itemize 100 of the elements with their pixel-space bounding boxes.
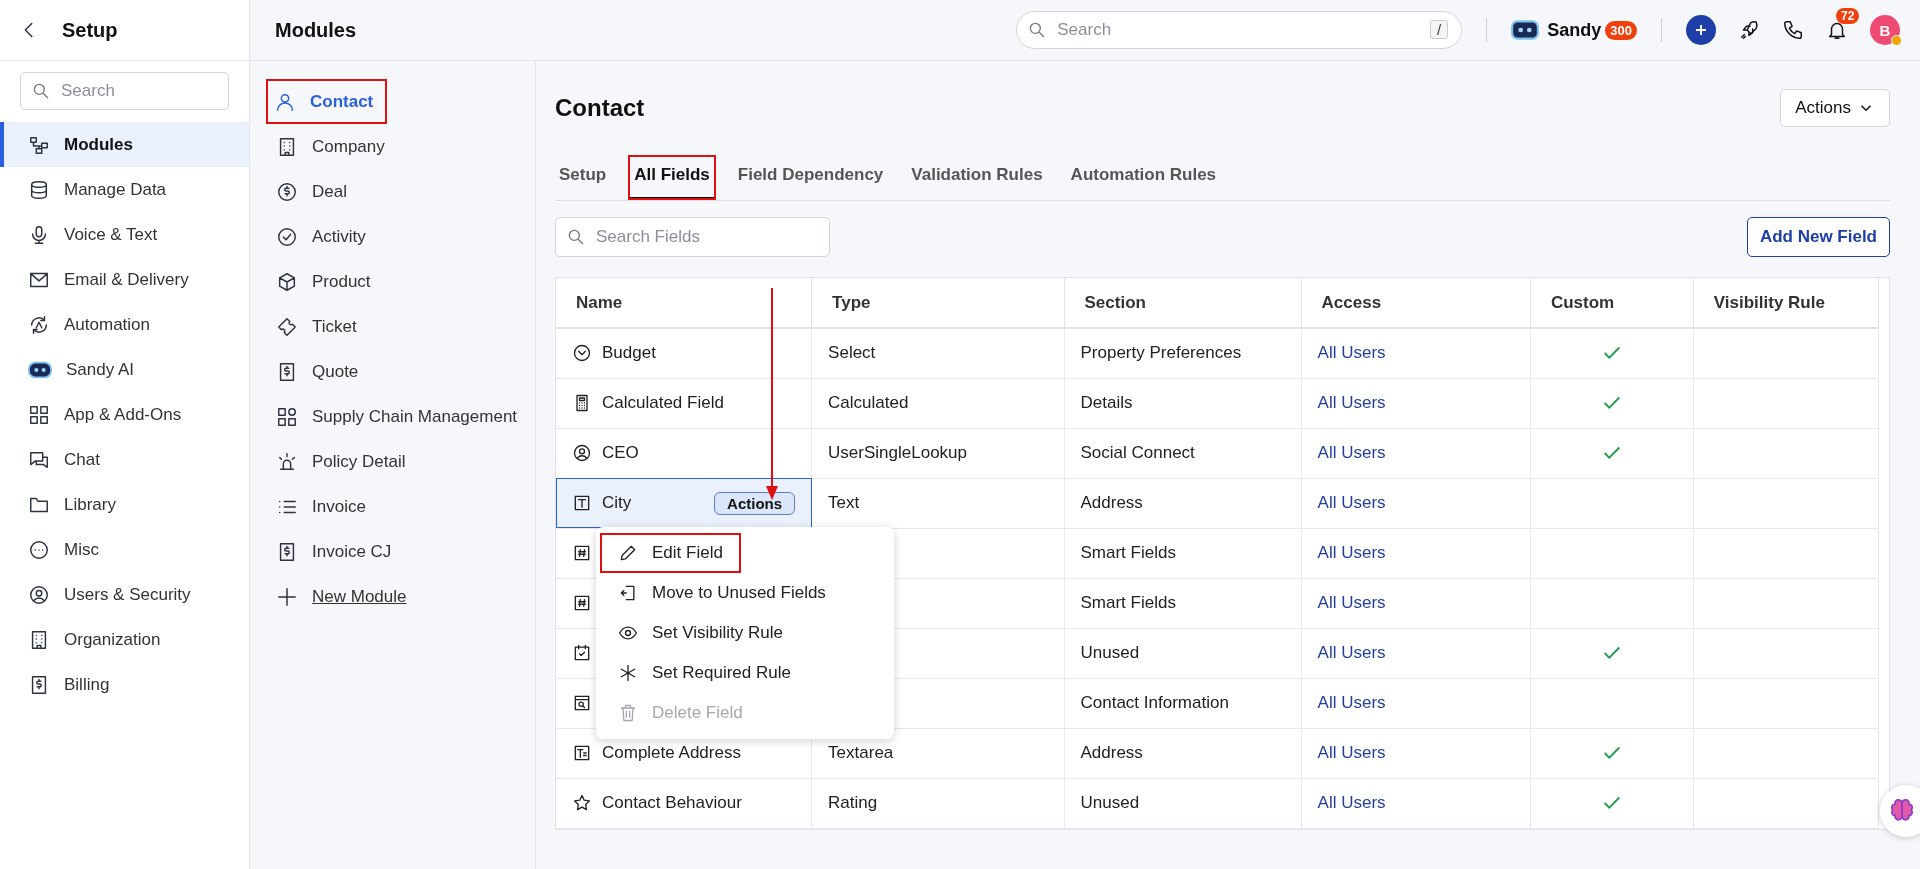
sidebar-item[interactable]: Chat xyxy=(0,437,249,482)
table-cell: Details xyxy=(1064,378,1302,428)
module-title: Contact xyxy=(555,94,645,122)
tab[interactable]: Field Dependency xyxy=(731,155,890,200)
sidebar-item[interactable]: App & Add-Ons xyxy=(0,392,249,437)
textarea-icon xyxy=(572,743,592,763)
status-dot xyxy=(1891,35,1902,46)
page-title: Modules xyxy=(275,18,357,42)
credit-badge: 300 xyxy=(1605,20,1637,40)
search-box-icon xyxy=(572,693,592,713)
module-item[interactable]: Invoice CJ xyxy=(272,529,398,574)
module-item[interactable]: Ticket xyxy=(272,304,363,349)
robot-icon xyxy=(28,360,52,379)
notification-badge: 72 xyxy=(1836,8,1860,24)
table-cell: Property Preferences xyxy=(1064,328,1302,378)
rocket-icon[interactable] xyxy=(1738,19,1760,41)
search-icon xyxy=(31,81,51,101)
menu-item[interactable]: Set Required Rule xyxy=(600,652,809,693)
plus-icon[interactable] xyxy=(276,585,298,608)
module-item[interactable]: Quote xyxy=(272,349,365,394)
ticket-icon xyxy=(276,315,298,338)
robot-icon[interactable] xyxy=(1511,19,1540,41)
tab[interactable]: Setup xyxy=(553,155,613,200)
phone-icon[interactable] xyxy=(1782,19,1804,41)
assistant-name[interactable]: Sandy xyxy=(1547,19,1602,41)
search-fields-field[interactable]: Search Fields xyxy=(555,217,830,257)
hash-icon xyxy=(572,543,592,563)
actions-dropdown[interactable]: Actions xyxy=(1780,89,1890,127)
sidebar-item[interactable]: Sandy AI xyxy=(0,347,249,392)
user-avatar[interactable]: B xyxy=(1870,15,1900,45)
field-name: Complete Address xyxy=(602,743,741,763)
hash-icon xyxy=(572,593,592,613)
module-item[interactable]: Policy Detail xyxy=(272,439,412,484)
sidebar-item[interactable]: Automation xyxy=(0,302,249,347)
menu-item[interactable]: Move to Unused Fields xyxy=(600,572,844,613)
access-link[interactable]: All Users xyxy=(1317,743,1386,762)
star-icon xyxy=(572,793,592,813)
table-cell: Unused xyxy=(1064,628,1302,678)
sidebar-item[interactable]: Organization xyxy=(0,617,249,662)
grid-icon xyxy=(28,403,50,426)
table-cell: Smart Fields xyxy=(1064,578,1302,628)
tab[interactable]: Automation Rules xyxy=(1064,155,1223,200)
field-name: Budget xyxy=(602,343,656,364)
access-link[interactable]: All Users xyxy=(1317,393,1386,412)
column-header[interactable]: Section xyxy=(1064,278,1302,328)
dollar-icon xyxy=(276,180,298,203)
module-item[interactable]: Contact xyxy=(266,79,388,124)
access-link[interactable]: All Users xyxy=(1317,593,1386,612)
sidebar-item[interactable]: Modules xyxy=(0,122,249,167)
field-name: City xyxy=(602,493,632,513)
sidebar-item[interactable]: Manage Data xyxy=(0,167,249,212)
sidebar-item[interactable]: Library xyxy=(0,482,249,527)
column-header[interactable]: Type xyxy=(811,278,1064,328)
table-cell: Select xyxy=(811,328,1064,378)
trash-icon xyxy=(618,702,638,723)
module-item[interactable]: Activity xyxy=(272,214,372,259)
module-item[interactable]: Company xyxy=(272,124,391,169)
table-cell: Social Connect xyxy=(1064,428,1302,478)
search-icon xyxy=(566,227,586,247)
access-link[interactable]: All Users xyxy=(1317,493,1386,512)
add-field-button[interactable]: Add New Field xyxy=(1746,217,1890,257)
access-link[interactable]: All Users xyxy=(1317,693,1386,712)
column-header[interactable]: Access xyxy=(1301,278,1531,328)
sidebar-item[interactable]: Email & Delivery xyxy=(0,257,249,302)
sidebar-item[interactable]: Users & Security xyxy=(0,572,249,617)
module-item[interactable]: Invoice xyxy=(272,484,372,529)
asterisk-icon xyxy=(618,662,638,683)
module-item[interactable]: Product xyxy=(272,259,377,304)
calendar-check-icon xyxy=(572,643,592,663)
tab[interactable]: Validation Rules xyxy=(905,155,1049,200)
text-icon xyxy=(572,493,592,513)
column-header[interactable]: Custom xyxy=(1530,278,1694,328)
access-link[interactable]: All Users xyxy=(1317,443,1386,462)
access-link[interactable]: All Users xyxy=(1317,643,1386,662)
table-cell: Address xyxy=(1064,728,1302,778)
new-module-link[interactable]: New Module xyxy=(312,586,407,607)
field-name: Contact Behaviour xyxy=(602,793,742,813)
search-field[interactable]: Search xyxy=(20,72,229,110)
table-cell: Unused xyxy=(1064,778,1302,828)
module-item[interactable]: Deal xyxy=(272,169,353,214)
sidebar-item[interactable]: Billing xyxy=(0,662,249,707)
table-cell: Address xyxy=(1064,478,1302,528)
sidebar-item[interactable]: Voice & Text xyxy=(0,212,249,257)
table-cell: Smart Fields xyxy=(1064,528,1302,578)
access-link[interactable]: All Users xyxy=(1317,793,1386,812)
column-header[interactable]: Visibility Rule xyxy=(1693,278,1879,328)
access-link[interactable]: All Users xyxy=(1317,543,1386,562)
tab[interactable]: All Fields xyxy=(628,155,716,200)
row-actions-button[interactable]: Actions xyxy=(714,491,796,515)
sidebar-item[interactable]: Misc xyxy=(0,527,249,572)
shortcut-key: / xyxy=(1430,20,1449,39)
column-header[interactable]: Name xyxy=(556,278,812,328)
add-button[interactable] xyxy=(1686,15,1716,45)
access-link[interactable]: All Users xyxy=(1317,343,1386,363)
menu-item[interactable]: Set Visibility Rule xyxy=(600,612,802,653)
module-item[interactable]: Supply Chain Management xyxy=(272,394,524,439)
table-cell: Rating xyxy=(811,778,1064,828)
database-icon xyxy=(28,178,50,201)
menu-item[interactable]: Edit Field xyxy=(600,532,741,573)
ellipsis-icon xyxy=(28,538,50,561)
